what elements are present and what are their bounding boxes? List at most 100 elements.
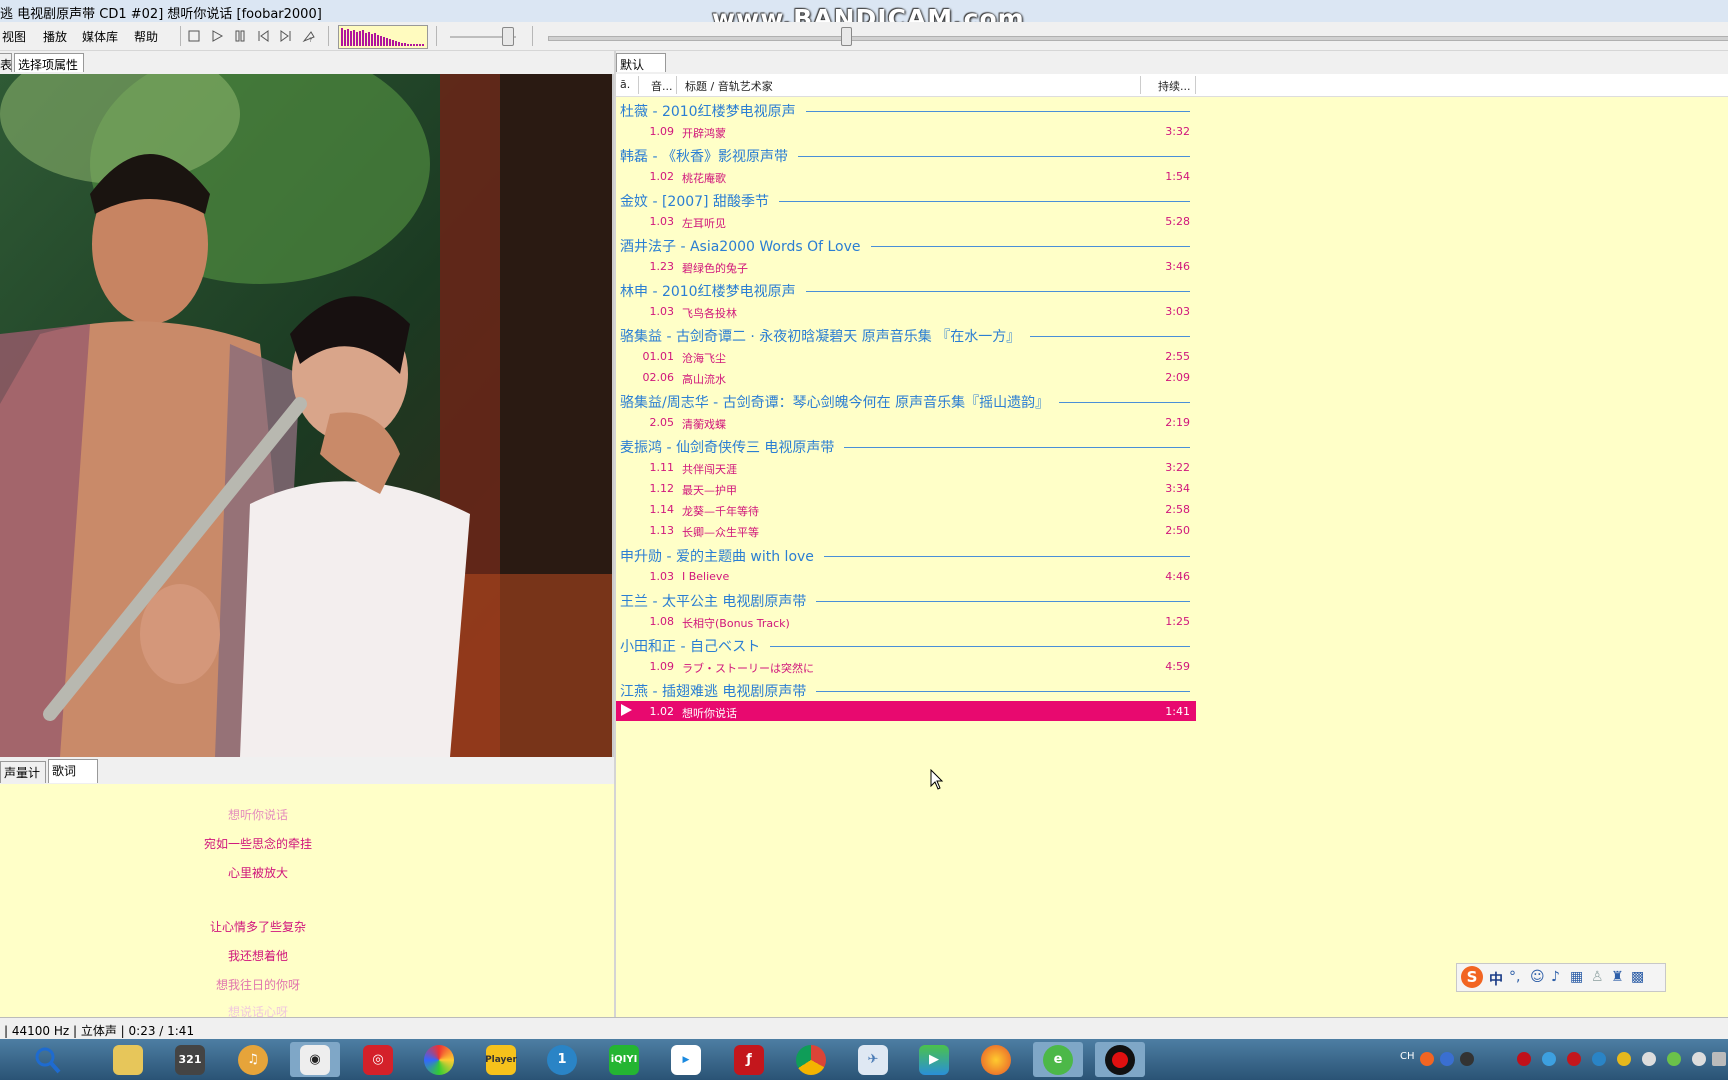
track-duration: 3:03 [1165, 305, 1190, 318]
next-icon[interactable] [276, 26, 296, 46]
track-row[interactable]: 1.23 碧绿色的兔子 3:46 [616, 256, 1196, 276]
group-header[interactable]: 王兰 - 太平公主 电视剧原声带 [616, 589, 1196, 611]
group-header[interactable]: 韩磊 - 《秋香》影视原声带 [616, 144, 1196, 166]
track-row[interactable]: 1.08 长相守(Bonus Track) 1:25 [616, 611, 1196, 631]
track-row[interactable]: 1.02 桃花庵歌 1:54 [616, 166, 1196, 186]
track-row[interactable]: 01.01 沧海飞尘 2:55 [616, 346, 1196, 366]
menu-help[interactable]: 帮助 [134, 28, 158, 45]
previous-icon[interactable] [253, 26, 273, 46]
group-title: 麦振鸿 - 仙剑奇侠传三 电视原声带 [620, 437, 845, 457]
taskbar-search[interactable] [22, 1042, 72, 1077]
spectrum-bar [341, 28, 343, 46]
track-row[interactable]: 1.14 龙葵—千年等待 2:58 [616, 499, 1196, 519]
taskbar-ie-app[interactable]: e [1033, 1042, 1083, 1077]
keyboard-icon[interactable]: ▦ [1570, 969, 1583, 985]
track-row[interactable]: 1.13 长卿—众生平等 2:50 [616, 520, 1196, 540]
tab-default-playlist[interactable]: 默认 [616, 53, 666, 72]
menu-view[interactable]: 视图 [2, 28, 26, 45]
track-row[interactable]: 1.03 左耳听见 5:28 [616, 211, 1196, 231]
taskbar-firefox[interactable] [971, 1042, 1021, 1077]
taskbar-iqiyi[interactable]: iQIYI [599, 1042, 649, 1077]
column-header-playing[interactable]: ā. [620, 78, 630, 91]
group-header[interactable]: 金妏 - [2007] 甜酸季节 [616, 189, 1196, 211]
track-row[interactable]: 1.09 开辟鸿蒙 3:32 [616, 121, 1196, 141]
taskbar-chrome[interactable] [786, 1042, 836, 1077]
seek-bar-thumb[interactable] [841, 27, 852, 46]
track-number: 02.06 [642, 371, 675, 384]
taskbar-headphones[interactable]: ♫ [228, 1042, 278, 1077]
taskbar-record-app[interactable] [1095, 1042, 1145, 1077]
tray-help-icon[interactable] [1440, 1052, 1454, 1066]
tray-plus-icon[interactable] [1617, 1052, 1631, 1066]
taskbar-player[interactable]: Player [476, 1042, 526, 1077]
taskbar-netease-music[interactable]: ◎ [353, 1042, 403, 1077]
random-icon[interactable]: ? [299, 26, 319, 46]
user-icon[interactable]: ♙ [1591, 969, 1604, 985]
tray-network-icon[interactable] [1592, 1052, 1606, 1066]
track-number: 1.09 [649, 660, 675, 673]
tray-shield-icon[interactable] [1542, 1052, 1556, 1066]
taskbar-1-app[interactable]: 1 [537, 1042, 587, 1077]
volume-icon[interactable] [1692, 1052, 1706, 1066]
tab-volume-meter[interactable]: 声量计 [0, 761, 46, 783]
taskbar-foobar[interactable]: ◉ [290, 1042, 340, 1077]
taskbar-bird-app[interactable]: ✈ [848, 1042, 898, 1077]
column-header-track[interactable]: 音... [651, 78, 673, 94]
taskbar-video-player[interactable]: ▶ [909, 1042, 959, 1077]
tray-app-icon[interactable] [1460, 1052, 1474, 1066]
column-header-title[interactable]: 标题 / 音轨艺术家 [685, 78, 773, 94]
tray-flash-icon[interactable] [1567, 1052, 1581, 1066]
column-header-duration[interactable]: 持续... [1158, 78, 1191, 94]
skin-icon[interactable]: ♜ [1611, 969, 1624, 985]
tray-green-icon[interactable] [1667, 1052, 1681, 1066]
track-title: 长相守(Bonus Track) [682, 617, 790, 630]
track-row[interactable]: 02.06 高山流水 2:09 [616, 367, 1196, 387]
tab-lyrics[interactable]: 歌词 [48, 759, 98, 783]
tray-record-icon[interactable] [1517, 1052, 1531, 1066]
track-row-now-playing[interactable]: 1.02 想听你说话 1:41 [616, 701, 1196, 721]
tab-list[interactable]: 表 [0, 53, 12, 72]
seek-bar[interactable] [548, 36, 1728, 41]
group-header[interactable]: 酒井法子 - Asia2000 Words Of Love [616, 234, 1196, 256]
track-row[interactable]: 1.11 共伴闯天涯 3:22 [616, 457, 1196, 477]
speaker-icon[interactable] [1642, 1052, 1656, 1066]
group-header[interactable]: 江燕 - 插翅难逃 电视剧原声带 [616, 679, 1196, 701]
track-title: I Believe [682, 570, 730, 583]
ime-toolbar[interactable]: S 中 °, ☺ ♪ ▦ ♙ ♜ ▩ [1456, 963, 1666, 992]
group-header[interactable]: 林申 - 2010红楼梦电视原声 [616, 279, 1196, 301]
tray-sogou-icon[interactable] [1420, 1052, 1434, 1066]
group-header[interactable]: 麦振鸿 - 仙剑奇侠传三 电视原声带 [616, 435, 1196, 457]
track-duration: 4:59 [1165, 660, 1190, 673]
group-header[interactable]: 小田和正 - 自己ベスト [616, 634, 1196, 656]
taskbar-youku[interactable]: ▶ [661, 1042, 711, 1077]
emoji-icon[interactable]: ☺ [1530, 969, 1545, 985]
track-row[interactable]: 2.05 清蘅戏蝶 2:19 [616, 412, 1196, 432]
track-row[interactable]: 1.09 ラブ・ストーリーは突然に 4:59 [616, 656, 1196, 676]
toolbox-icon[interactable]: ▩ [1631, 969, 1644, 985]
group-header[interactable]: 杜薇 - 2010红楼梦电视原声 [616, 99, 1196, 121]
play-icon[interactable] [207, 26, 227, 46]
group-header[interactable]: 骆集益 - 古剑奇谭二 · 永夜初晗凝碧天 原声音乐集 『在水一方』 [616, 324, 1196, 346]
microphone-icon[interactable]: ♪ [1551, 969, 1560, 985]
taskbar-flash[interactable]: ƒ [724, 1042, 774, 1077]
ime-punct-indicator[interactable]: °, [1509, 969, 1520, 985]
toolbar: 视图 播放 媒体库 帮助 ? [0, 22, 1728, 51]
track-row[interactable]: 1.12 最天—护甲 3:34 [616, 478, 1196, 498]
sogou-logo-icon[interactable]: S [1461, 966, 1483, 988]
taskbar-color-app[interactable] [414, 1042, 464, 1077]
pause-icon[interactable] [230, 26, 250, 46]
taskbar-explorer[interactable] [103, 1042, 153, 1077]
menu-playback[interactable]: 播放 [43, 28, 67, 45]
volume-slider-thumb[interactable] [502, 27, 514, 46]
ime-mode-indicator[interactable]: 中 [1489, 969, 1503, 989]
tab-selection-properties[interactable]: 选择项属性 [14, 53, 84, 72]
language-indicator[interactable]: CH [1400, 1051, 1415, 1062]
taskbar-321-player[interactable]: 321 [165, 1042, 215, 1077]
track-row[interactable]: 1.03 I Believe 4:46 [616, 566, 1196, 586]
group-header[interactable]: 骆集益/周志华 - 古剑奇谭：琴心剑魄今何在 原声音乐集『摇山遗韵』 [616, 390, 1196, 412]
menu-library[interactable]: 媒体库 [82, 28, 118, 45]
group-header[interactable]: 申升勋 - 爱的主题曲 with love [616, 544, 1196, 566]
monitor-icon[interactable] [1712, 1052, 1726, 1066]
stop-icon[interactable] [184, 26, 204, 46]
track-row[interactable]: 1.03 飞鸟各投林 3:03 [616, 301, 1196, 321]
